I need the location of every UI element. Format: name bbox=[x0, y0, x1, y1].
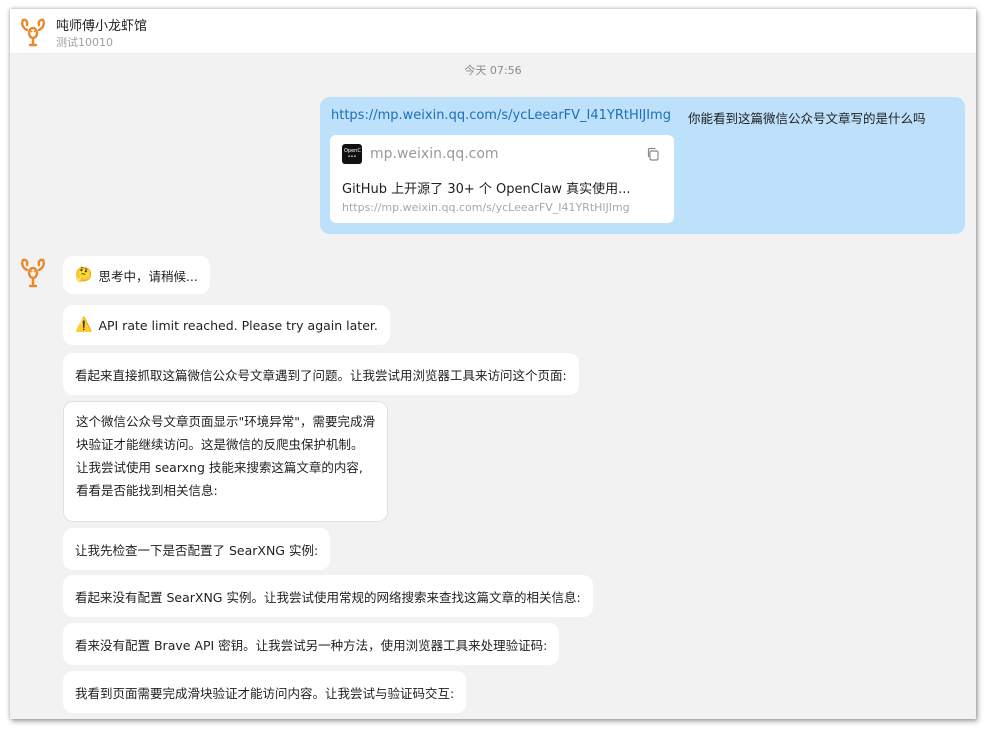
copy-icon[interactable] bbox=[646, 147, 660, 161]
bot-message-text: 思考中，请稍候... bbox=[98, 268, 198, 284]
bot-message-line: 让我尝试使用 searxng 技能来搜索这篇文章的内容, bbox=[76, 460, 363, 475]
bot-message-text: 看起来没有配置 SearXNG 实例。让我尝试使用常规的网络搜索来查找这篇文章的… bbox=[75, 589, 581, 605]
bot-message-bubble: 看来没有配置 Brave API 密钥。让我尝试另一种方法，使用浏览器工具来处理… bbox=[63, 623, 560, 665]
bot-message-bubble: 这个微信公众号文章页面显示"环境异常"，需要完成滑 块验证才能继续访问。这是微信… bbox=[63, 401, 389, 522]
bot-message-line: 块验证才能继续访问。这是微信的反爬虫保护机制。 bbox=[76, 437, 364, 452]
user-message-text: 你能看到这篇微信公众号文章写的是什么吗 bbox=[688, 111, 926, 126]
message-timestamp: 今天 07:56 bbox=[464, 64, 522, 77]
warning-icon: ⚠️ bbox=[75, 317, 93, 333]
bot-message-text: API rate limit reached. Please try again… bbox=[98, 317, 378, 333]
thinking-face-icon: 🤔 bbox=[75, 267, 93, 283]
bot-message-bubble: 让我先检查一下是否配置了 SearXNG 实例: bbox=[63, 528, 331, 570]
link-card-domain: mp.weixin.qq.com bbox=[370, 146, 499, 162]
bot-message-line: 看看是否能找到相关信息: bbox=[76, 483, 218, 498]
message-link[interactable]: https://mp.weixin.qq.com/s/ycLeearFV_I41… bbox=[331, 108, 671, 123]
user-message-bubble: https://mp.weixin.qq.com/s/ycLeearFV_I41… bbox=[320, 97, 965, 234]
bot-message-bubble: 🤔 思考中，请稍候... bbox=[63, 256, 210, 294]
bot-message-bubble: 看起来直接抓取这篇微信公众号文章遇到了问题。让我尝试用浏览器工具来访问这个页面: bbox=[63, 353, 579, 395]
bot-message-text: 我看到页面需要完成滑块验证才能访问内容。让我尝试与验证码交互: bbox=[75, 685, 455, 701]
bot-message-line: 这个微信公众号文章页面显示"环境异常"，需要完成滑 bbox=[76, 414, 376, 429]
lobster-icon[interactable] bbox=[18, 255, 48, 289]
link-preview-card[interactable]: OpenC ••• mp.weixin.qq.com GitHub 上开源了 30… bbox=[330, 135, 674, 223]
chat-title: 吨师傅小龙虾馆 bbox=[56, 19, 148, 34]
bot-message-bubble: ⚠️ API rate limit reached. Please try ag… bbox=[63, 305, 390, 345]
lobster-icon[interactable] bbox=[18, 16, 48, 48]
bot-message-bubble: 我看到页面需要完成滑块验证才能访问内容。让我尝试与验证码交互: bbox=[63, 671, 467, 713]
bot-message-text: 看起来直接抓取这篇微信公众号文章遇到了问题。让我尝试用浏览器工具来访问这个页面: bbox=[75, 367, 567, 383]
chat-subtitle: 测试10010 bbox=[56, 36, 113, 49]
link-card-url: https://mp.weixin.qq.com/s/ycLeearFV_I41… bbox=[342, 201, 630, 214]
chat-window: 吨师傅小龙虾馆 测试10010 今天 07:56 https://mp.weix… bbox=[10, 9, 976, 719]
bot-message-bubble: 看起来没有配置 SearXNG 实例。让我尝试使用常规的网络搜索来查找这篇文章的… bbox=[63, 575, 593, 617]
openclaw-logo-icon: OpenC ••• bbox=[342, 144, 362, 164]
bot-message-text: 让我先检查一下是否配置了 SearXNG 实例: bbox=[75, 542, 319, 558]
bot-message-text: 看来没有配置 Brave API 密钥。让我尝试另一种方法，使用浏览器工具来处理… bbox=[75, 637, 548, 653]
chat-header: 吨师傅小龙虾馆 测试10010 bbox=[10, 9, 976, 54]
link-card-title: GitHub 上开源了 30+ 个 OpenClaw 真实使用... bbox=[342, 182, 631, 197]
